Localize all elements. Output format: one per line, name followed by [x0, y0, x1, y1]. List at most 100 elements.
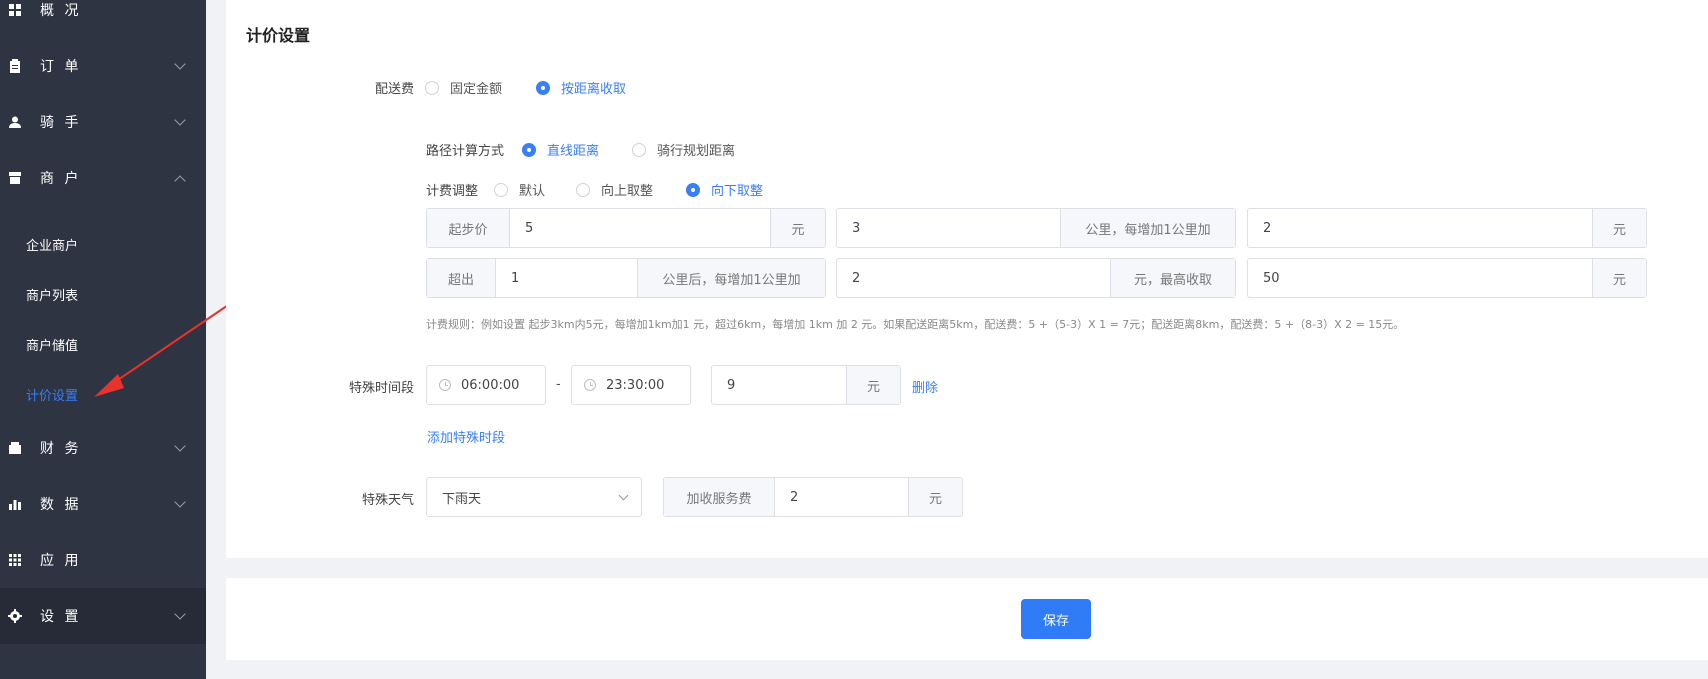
exceed-fee-group: 元，最高收取 — [836, 258, 1236, 298]
radio-icon — [536, 80, 550, 95]
nav-riders[interactable]: 骑 手 — [0, 94, 206, 150]
route-calc-label: 路径计算方式 — [426, 144, 505, 159]
radio-round-up[interactable]: 向上取整 — [576, 180, 653, 199]
nav-label: 应 用 — [40, 553, 82, 569]
radio-icon — [522, 142, 536, 157]
radio-default[interactable]: 默认 — [494, 180, 545, 199]
option-label: 向下取整 — [711, 184, 764, 199]
unit-addon: 元 — [770, 209, 825, 247]
per-km-fee-group: 元 — [1247, 208, 1647, 248]
grid-icon — [8, 3, 22, 17]
exceed-fee-input[interactable] — [837, 259, 1110, 297]
exceed-addon: 超出 — [427, 259, 496, 297]
submenu-pricing-settings[interactable]: 计价设置 — [26, 385, 78, 404]
nav-merchants[interactable]: 商 户 — [0, 150, 206, 206]
nav-orders[interactable]: 订 单 — [0, 38, 206, 94]
nav-label: 商 户 — [40, 171, 82, 187]
surcharge-group: 加收服务费 元 — [663, 477, 963, 517]
chevron-down-icon — [174, 496, 186, 508]
radio-round-down[interactable]: 向下取整 — [686, 180, 763, 199]
special-weather-label: 特殊天气 — [361, 493, 414, 508]
nav-label: 概 况 — [40, 3, 82, 19]
exceed-group: 超出 公里后，每增加1公里加 — [426, 258, 826, 298]
clipboard-icon — [8, 59, 22, 73]
nav-label: 数 据 — [40, 497, 82, 513]
radio-icon — [494, 182, 508, 197]
radio-by-distance[interactable]: 按距离收取 — [536, 78, 626, 97]
unit-addon: 元 — [846, 366, 900, 404]
chevron-up-icon — [174, 175, 186, 187]
radio-riding-distance[interactable]: 骑行规划距离 — [632, 140, 735, 159]
delete-time-slot-link[interactable]: 删除 — [912, 377, 938, 396]
gear-icon — [8, 609, 22, 623]
unit-addon: 元 — [1592, 209, 1646, 247]
start-price-group: 起步价 元 — [426, 208, 826, 248]
start-time-input[interactable] — [461, 377, 541, 393]
max-charge-addon: 元，最高收取 — [1110, 259, 1235, 297]
option-label: 固定金额 — [450, 82, 503, 97]
clock-icon — [439, 379, 451, 391]
per-km-fee-input[interactable] — [1248, 209, 1592, 247]
chevron-down-icon — [174, 114, 186, 126]
option-label: 按距离收取 — [561, 82, 627, 97]
chevron-down-icon — [618, 490, 629, 501]
option-label: 向上取整 — [601, 184, 654, 199]
exceed-km-input[interactable] — [496, 259, 637, 297]
radio-fixed-amount[interactable]: 固定金额 — [425, 78, 502, 97]
start-price-addon: 起步价 — [427, 209, 510, 247]
nav-label: 骑 手 — [40, 115, 82, 131]
end-time-input[interactable] — [606, 377, 686, 393]
radio-icon — [686, 182, 700, 197]
nav-label: 设 置 — [40, 609, 82, 625]
fee-adjust-label: 计费调整 — [426, 184, 479, 199]
radio-icon — [632, 142, 646, 157]
km-addon: 公里，每增加1公里加 — [1060, 209, 1235, 247]
weather-select[interactable]: 下雨天 — [426, 477, 642, 517]
max-fee-group: 元 — [1247, 258, 1647, 298]
wallet-icon — [8, 441, 22, 455]
nav-data[interactable]: 数 据 — [0, 476, 206, 532]
max-fee-input[interactable] — [1248, 259, 1592, 297]
nav-apps[interactable]: 应 用 — [0, 532, 206, 588]
shop-icon — [8, 171, 22, 185]
user-icon — [8, 115, 22, 129]
submenu-merchant-deposit[interactable]: 商户储值 — [26, 335, 78, 354]
option-label: 骑行规划距离 — [657, 144, 736, 159]
start-time-picker[interactable] — [426, 365, 546, 405]
surcharge-input[interactable] — [775, 478, 908, 516]
nav-settings[interactable]: 设 置 — [0, 588, 206, 644]
footer-card — [226, 578, 1708, 660]
page-title: 计价设置 — [246, 26, 311, 45]
save-button[interactable]: 保存 — [1021, 599, 1091, 639]
annotation-arrow — [94, 296, 241, 397]
unit-addon: 元 — [908, 478, 962, 516]
unit-addon: 元 — [1592, 259, 1646, 297]
end-time-picker[interactable] — [571, 365, 691, 405]
start-km-group: 公里，每增加1公里加 — [836, 208, 1236, 248]
special-time-fee-group: 元 — [711, 365, 901, 405]
radio-straight-distance[interactable]: 直线距离 — [522, 140, 599, 159]
pricing-rule-hint: 计费规则：例如设置 起步3km内5元，每增加1km加1 元，超过6km，每增加 … — [426, 318, 1405, 331]
chevron-down-icon — [174, 58, 186, 70]
option-label: 默认 — [519, 184, 546, 199]
submenu-enterprise-merchants[interactable]: 企业商户 — [26, 235, 78, 254]
special-time-fee-input[interactable] — [712, 366, 846, 404]
radio-icon — [576, 182, 590, 197]
submenu-merchant-list[interactable]: 商户列表 — [26, 285, 78, 304]
chevron-down-icon — [174, 440, 186, 452]
radio-icon — [425, 80, 439, 95]
nav-overview[interactable]: 概 况 — [0, 0, 206, 38]
nav-label: 订 单 — [40, 59, 82, 75]
start-km-input[interactable] — [837, 209, 1060, 247]
clock-icon — [584, 379, 596, 391]
chevron-down-icon — [174, 608, 186, 620]
delivery-fee-label: 配送费 — [374, 82, 414, 97]
start-price-input[interactable] — [510, 209, 770, 247]
exceed-km-addon: 公里后，每增加1公里加 — [637, 259, 825, 297]
apps-icon — [8, 553, 22, 567]
surcharge-addon: 加收服务费 — [664, 478, 775, 516]
add-special-time-link[interactable]: 添加特殊时段 — [427, 427, 505, 446]
option-label: 直线距离 — [547, 144, 600, 159]
nav-finance[interactable]: 财 务 — [0, 420, 206, 476]
bar-chart-icon — [8, 497, 22, 511]
